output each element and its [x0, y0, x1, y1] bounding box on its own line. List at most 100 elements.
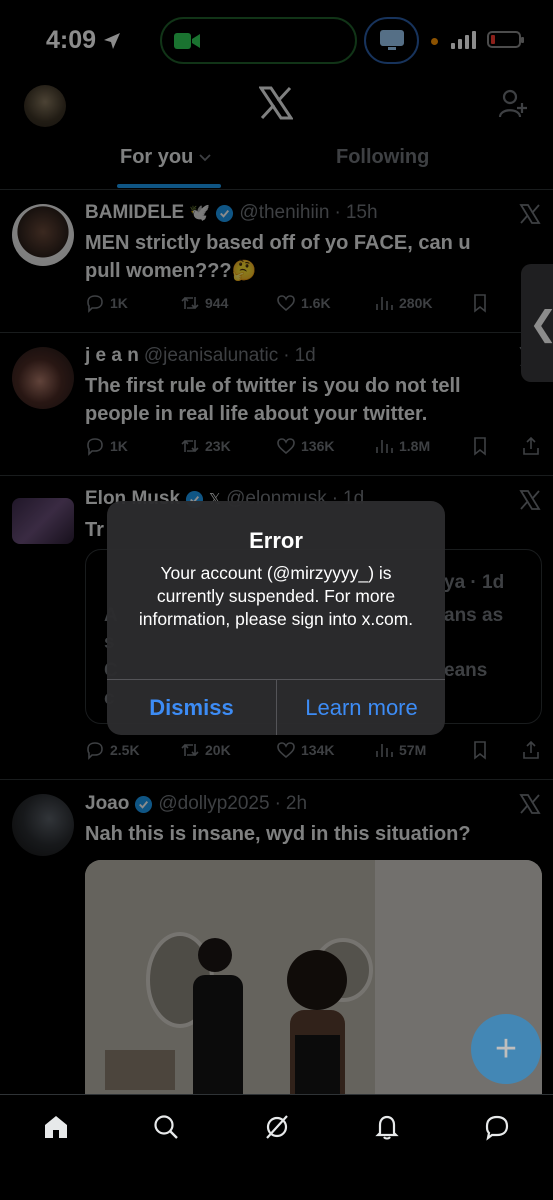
error-alert-dialog: Error Your account (@mirzyyyy_) is curre… — [107, 501, 445, 735]
repost-icon — [181, 296, 199, 310]
views-chart-icon — [376, 440, 393, 453]
reply-button[interactable]: 1K — [85, 436, 128, 456]
quoted-tweet-text: ans as — [444, 605, 504, 626]
dismiss-button[interactable]: Dismiss — [107, 680, 276, 735]
grok-icon[interactable] — [263, 1113, 291, 1141]
tweet-author-handle[interactable]: @thenihiin — [239, 202, 329, 224]
repost-icon — [181, 743, 199, 757]
tweet-author-name[interactable]: BAMIDELE — [85, 202, 184, 224]
like-count: 134K — [301, 742, 335, 758]
like-count: 1.6K — [301, 295, 331, 311]
active-tab-indicator — [117, 184, 221, 188]
messages-icon[interactable] — [483, 1113, 511, 1141]
tweet[interactable]: BAMIDELE 🕊️ @thenihiin · 15h MEN strictl… — [0, 190, 553, 333]
reply-button[interactable]: 1K — [85, 293, 128, 313]
repost-button[interactable]: 20K — [180, 740, 231, 760]
tweet-text-line: The first rule of twitter is you do not … — [85, 375, 461, 397]
x-grok-icon[interactable] — [519, 203, 541, 225]
views-button[interactable]: 280K — [374, 293, 432, 313]
tweet-author-handle[interactable]: @dollyp2025 — [158, 793, 269, 815]
tab-following-label: Following — [336, 146, 430, 168]
tweet-author-avatar[interactable] — [12, 794, 74, 856]
bookmark-button[interactable] — [470, 436, 490, 456]
battery-fill — [491, 35, 495, 44]
repost-count: 944 — [205, 295, 229, 311]
tweet-text-line: MEN strictly based off of yo FACE, can u — [85, 232, 471, 254]
quoted-tweet-text: eans — [444, 660, 488, 681]
clock: 4:09 — [46, 26, 97, 54]
view-count: 57M — [399, 742, 427, 758]
tweet-time: 15h — [345, 202, 378, 223]
like-button[interactable]: 1.6K — [276, 293, 331, 313]
tab-following[interactable]: Following — [336, 146, 429, 169]
x-grok-icon[interactable] — [519, 489, 541, 511]
screen-sharing-indicator[interactable] — [364, 17, 419, 64]
reply-icon — [87, 438, 103, 456]
verified-badge-icon — [135, 795, 153, 813]
views-chart-icon — [376, 297, 393, 310]
home-header: For you Following — [0, 80, 553, 190]
search-icon[interactable] — [152, 1113, 180, 1141]
follow-suggestions-icon[interactable] — [498, 88, 528, 120]
tweet-actions: 1K 23K 136K 1.8M — [85, 436, 545, 460]
reply-count: 1K — [110, 438, 128, 454]
bookmark-button[interactable] — [470, 293, 490, 313]
like-count: 136K — [301, 438, 335, 454]
side-drawer-handle[interactable]: ❮ — [521, 264, 553, 382]
tweet[interactable]: j e a n @jeanisalunatic · 1d The first r… — [0, 333, 553, 476]
like-button[interactable]: 136K — [276, 436, 334, 456]
heart-icon — [277, 438, 295, 455]
bookmark-icon — [474, 741, 486, 760]
share-icon — [523, 740, 539, 759]
tweet-header: BAMIDELE 🕊️ @thenihiin · 15h — [85, 202, 378, 224]
screen-share-icon — [380, 30, 404, 50]
bookmark-icon — [474, 437, 486, 456]
bookmark-button[interactable] — [470, 740, 490, 760]
tweet-author-name[interactable]: Joao — [85, 793, 129, 815]
name-emoji: 🕊️ — [189, 203, 211, 222]
x-grok-icon[interactable] — [519, 793, 541, 815]
compose-post-button[interactable]: + — [471, 1014, 541, 1084]
reply-icon — [87, 295, 103, 313]
repost-button[interactable]: 23K — [180, 436, 231, 456]
view-count: 1.8M — [399, 438, 431, 454]
tweet-author-avatar[interactable] — [12, 204, 74, 266]
tweet-author-handle[interactable]: @jeanisalunatic — [144, 345, 278, 367]
tweet-video[interactable] — [85, 860, 542, 1120]
tweet-time: 1d — [294, 345, 316, 366]
bookmark-icon — [474, 294, 486, 313]
tab-for-you[interactable]: For you — [120, 146, 211, 169]
tweet-header: j e a n @jeanisalunatic · 1d — [85, 345, 316, 367]
separator-dot: · — [334, 202, 341, 223]
bottom-navigation — [0, 1094, 553, 1200]
tweet-author-name[interactable]: j e a n — [85, 345, 139, 367]
views-button[interactable]: 57M — [374, 740, 426, 760]
share-button[interactable] — [521, 740, 541, 760]
home-icon[interactable] — [42, 1113, 70, 1141]
chevron-down-icon — [199, 153, 211, 161]
learn-more-button[interactable]: Learn more — [277, 680, 445, 735]
profile-avatar[interactable] — [24, 85, 66, 127]
battery-icon — [487, 31, 524, 48]
repost-count: 20K — [205, 742, 231, 758]
bell-icon[interactable] — [373, 1113, 401, 1141]
view-count: 280K — [399, 295, 433, 311]
repost-button[interactable]: 944 — [180, 293, 228, 313]
tweet-actions: 1K 944 1.6K 280K — [85, 293, 545, 317]
heart-icon — [277, 742, 295, 759]
tweet-text-line: people in real life about your twitter. — [85, 403, 428, 425]
reply-count: 1K — [110, 295, 128, 311]
tweet-time: 2h — [285, 793, 308, 814]
tweet-author-avatar[interactable] — [12, 347, 74, 409]
views-button[interactable]: 1.8M — [374, 436, 430, 456]
like-button[interactable]: 134K — [276, 740, 334, 760]
x-logo-icon[interactable] — [259, 86, 293, 120]
privacy-indicator-dot — [431, 38, 438, 45]
dynamic-island-call[interactable] — [160, 17, 357, 64]
reply-button[interactable]: 2.5K — [85, 740, 140, 760]
tweet-author-avatar[interactable] — [12, 498, 74, 544]
share-button[interactable] — [521, 436, 541, 456]
tweet-text: MEN strictly based off of yo FACE, can u… — [85, 229, 515, 285]
share-icon — [523, 436, 539, 455]
tweet-text-line: pull women???🤔 — [85, 260, 257, 282]
